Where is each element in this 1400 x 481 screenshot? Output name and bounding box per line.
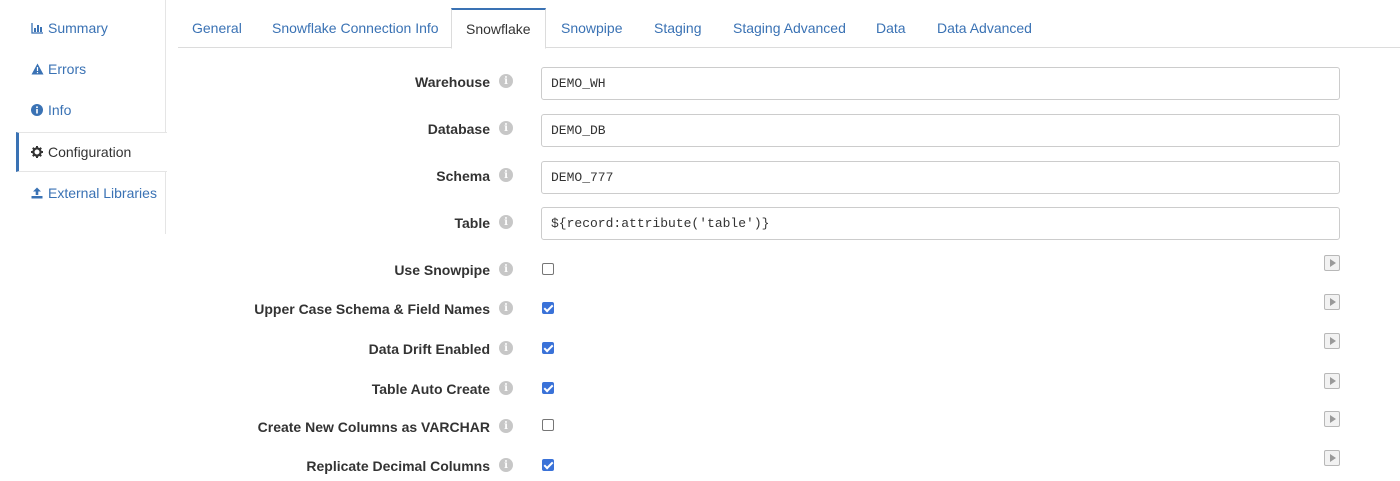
tab-label: Snowflake Connection Info — [272, 20, 439, 36]
info-icon[interactable]: i — [499, 121, 513, 135]
sidebar-item-summary[interactable]: Summary — [16, 8, 166, 48]
play-icon[interactable] — [1324, 373, 1340, 389]
sidebar-item-errors[interactable]: Errors — [16, 49, 166, 89]
table-input[interactable] — [541, 207, 1340, 240]
tab-label: Data Advanced — [937, 20, 1032, 36]
upper-case-names-label: Upper Case Schema & Field Names — [254, 301, 490, 317]
tab-general[interactable]: General — [192, 8, 242, 48]
play-icon[interactable] — [1324, 255, 1340, 271]
replicate-decimal-checkbox[interactable] — [542, 459, 554, 471]
sidebar: Summary Errors Info Configuration Extern… — [0, 0, 167, 234]
tab-staging-advanced[interactable]: Staging Advanced — [733, 8, 846, 48]
info-icon[interactable]: i — [499, 215, 513, 229]
sidebar-item-label: Configuration — [48, 144, 132, 160]
varchar-columns-checkbox[interactable] — [542, 419, 554, 431]
varchar-columns-label: Create New Columns as VARCHAR — [257, 419, 490, 435]
info-icon[interactable]: i — [499, 341, 513, 355]
tab-data-advanced[interactable]: Data Advanced — [937, 8, 1032, 48]
tab-staging[interactable]: Staging — [654, 8, 701, 48]
warning-icon — [30, 62, 44, 76]
tab-snowflake-connection-info[interactable]: Snowflake Connection Info — [272, 8, 439, 48]
play-icon[interactable] — [1324, 450, 1340, 466]
schema-label: Schema — [436, 168, 490, 184]
sidebar-item-label: Errors — [48, 61, 87, 77]
tab-data[interactable]: Data — [876, 8, 906, 48]
gear-icon — [30, 145, 44, 159]
tab-label: Staging Advanced — [733, 20, 846, 36]
table-auto-create-label: Table Auto Create — [371, 381, 490, 397]
tab-label: Staging — [654, 20, 702, 36]
schema-input[interactable] — [541, 161, 1340, 194]
info-icon[interactable]: i — [499, 458, 513, 472]
config-tabs: General Snowflake Connection Info Snowfl… — [178, 8, 1400, 49]
info-icon[interactable]: i — [499, 168, 513, 182]
sidebar-item-label: Summary — [48, 20, 108, 36]
upload-icon — [30, 186, 44, 200]
warehouse-label: Warehouse — [415, 74, 490, 90]
tab-snowflake[interactable]: Snowflake — [451, 8, 546, 49]
database-label: Database — [427, 121, 490, 137]
use-snowpipe-label: Use Snowpipe — [394, 262, 490, 278]
tab-label: Snowpipe — [561, 20, 623, 36]
play-icon[interactable] — [1324, 333, 1340, 349]
warehouse-input[interactable] — [541, 67, 1340, 100]
table-auto-create-checkbox[interactable] — [542, 382, 554, 394]
data-drift-checkbox[interactable] — [542, 342, 554, 354]
replicate-decimal-label: Replicate Decimal Columns — [306, 458, 490, 474]
play-icon[interactable] — [1324, 411, 1340, 427]
sidebar-item-label: External Libraries — [48, 185, 157, 201]
bar-chart-icon — [30, 21, 44, 35]
play-icon[interactable] — [1324, 294, 1340, 310]
info-icon[interactable]: i — [499, 74, 513, 88]
sidebar-item-configuration[interactable]: Configuration — [16, 132, 167, 172]
table-label: Table — [454, 215, 490, 231]
upper-case-names-checkbox[interactable] — [542, 302, 554, 314]
tab-label: Data — [876, 20, 906, 36]
tab-label: Snowflake — [466, 21, 531, 37]
info-icon[interactable]: i — [499, 262, 513, 276]
use-snowpipe-checkbox[interactable] — [542, 263, 554, 275]
sidebar-item-external-libraries[interactable]: External Libraries — [16, 173, 166, 213]
tab-snowpipe[interactable]: Snowpipe — [561, 8, 623, 48]
info-icon[interactable]: i — [499, 419, 513, 433]
database-input[interactable] — [541, 114, 1340, 147]
info-icon[interactable]: i — [499, 301, 513, 315]
info-icon[interactable]: i — [499, 381, 513, 395]
sidebar-item-label: Info — [48, 102, 72, 118]
tab-label: General — [192, 20, 242, 36]
sidebar-item-info[interactable]: Info — [16, 90, 166, 130]
info-icon — [30, 103, 44, 117]
data-drift-label: Data Drift Enabled — [368, 341, 490, 357]
